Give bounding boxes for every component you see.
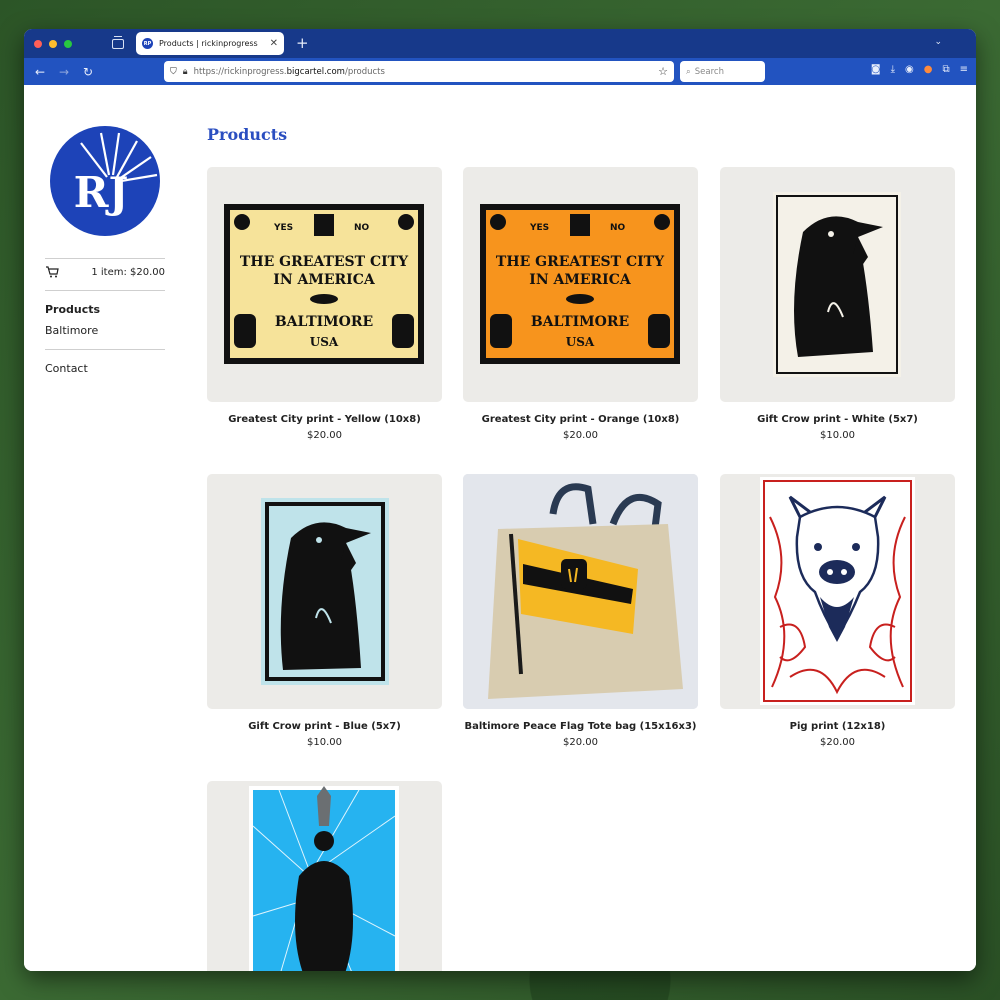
product-card[interactable]: Gift Crow print - White (5x7) $10.00 xyxy=(720,167,955,441)
product-image[interactable] xyxy=(207,474,442,709)
list-tabs-icon[interactable]: ⌄ xyxy=(934,37,942,47)
pocket-icon[interactable]: ◙ xyxy=(871,64,881,75)
tab-bar: RP Products | rickinprogress ✕ + ⌄ xyxy=(24,29,976,58)
extension-icon[interactable]: ● xyxy=(924,64,933,75)
url-path: /products xyxy=(344,66,385,77)
logo-letters: RJ xyxy=(74,168,129,217)
search-input[interactable]: ⌕ Search xyxy=(680,61,765,82)
poster-no: NO xyxy=(354,223,370,233)
product-image[interactable]: YES NO THE GREATEST CITY IN AMERICA BALT… xyxy=(463,167,698,402)
tab-overview-icon[interactable] xyxy=(112,35,124,49)
poster-yes: YES xyxy=(273,223,293,233)
search-icon: ⌕ xyxy=(686,66,691,77)
zoom-window-button[interactable] xyxy=(64,39,72,48)
close-tab-icon[interactable]: ✕ xyxy=(270,38,278,49)
product-card[interactable]: Gift Crow print - Blue (5x7) $10.00 xyxy=(207,474,442,748)
lock-icon[interactable]: 🔒︎ xyxy=(183,67,188,77)
nav-contact[interactable]: Contact xyxy=(45,362,88,375)
forward-icon[interactable]: → xyxy=(52,65,76,79)
product-image[interactable] xyxy=(720,167,955,402)
extensions-puzzle-icon[interactable]: ⧉ xyxy=(942,64,949,75)
tote-bag-art xyxy=(463,474,698,709)
product-name[interactable]: Greatest City print - Orange (10x8) xyxy=(463,414,698,425)
product-name[interactable]: Baltimore Peace Flag Tote bag (15x16x3) xyxy=(463,721,698,732)
product-name[interactable]: Gift Crow print - White (5x7) xyxy=(720,414,955,425)
shield-icon[interactable]: ⛉ xyxy=(170,67,177,77)
poster-no: NO xyxy=(610,223,626,233)
raven-blue-art xyxy=(249,786,399,971)
product-price: $20.00 xyxy=(563,430,598,441)
pig-print-art xyxy=(760,477,915,705)
download-icon[interactable]: ⤓ xyxy=(891,64,895,75)
minimize-window-button[interactable] xyxy=(49,39,57,48)
product-card[interactable]: Baltimore Peace Flag Tote bag (15x16x3) … xyxy=(463,474,698,748)
cart-link[interactable]: 1 item: $20.00 xyxy=(45,266,165,278)
poster-line1: THE GREATEST CITY xyxy=(240,254,409,270)
url-domain: bigcartel.com xyxy=(286,66,345,77)
divider xyxy=(45,258,165,259)
poster-yes: YES xyxy=(529,223,549,233)
product-price: $10.00 xyxy=(820,430,855,441)
product-card[interactable]: YES NO THE GREATEST CITY IN AMERICA BALT… xyxy=(463,167,698,441)
product-image[interactable]: YES NO THE GREATEST CITY IN AMERICA BALT… xyxy=(207,167,442,402)
divider xyxy=(45,349,165,350)
nav-products[interactable]: Products xyxy=(45,303,100,316)
browser-window: RP Products | rickinprogress ✕ + ⌄ ← → ↻… xyxy=(24,29,976,971)
product-name[interactable]: Greatest City print - Yellow (10x8) xyxy=(207,414,442,425)
product-card[interactable] xyxy=(207,781,442,971)
product-price: $20.00 xyxy=(563,737,598,748)
url-prefix: https://rickinprogress. xyxy=(193,66,287,77)
page-title: Products xyxy=(207,125,288,144)
address-bar[interactable]: ⛉ 🔒︎ https://rickinprogress.bigcartel.co… xyxy=(164,61,674,82)
cart-icon xyxy=(46,266,59,278)
navigation-bar: ← → ↻ ⛉ 🔒︎ https://rickinprogress.bigcar… xyxy=(24,58,976,85)
back-icon[interactable]: ← xyxy=(28,65,52,79)
product-price: $10.00 xyxy=(307,737,342,748)
close-window-button[interactable] xyxy=(34,39,42,48)
tab-products[interactable]: RP Products | rickinprogress ✕ xyxy=(136,32,284,55)
reload-icon[interactable]: ↻ xyxy=(76,65,100,79)
product-name[interactable]: Pig print (12x18) xyxy=(720,721,955,732)
favicon-icon: RP xyxy=(142,38,153,49)
product-card[interactable]: YES NO THE GREATEST CITY IN AMERICA BALT… xyxy=(207,167,442,441)
poster-line2: IN AMERICA xyxy=(529,272,632,288)
tab-title: Products | rickinprogress xyxy=(159,39,258,48)
nav-baltimore[interactable]: Baltimore xyxy=(45,324,98,337)
account-icon[interactable]: ◉ xyxy=(905,64,914,75)
search-placeholder: Search xyxy=(694,66,724,77)
product-image[interactable] xyxy=(720,474,955,709)
poster-city: BALTIMORE xyxy=(275,314,373,330)
greatest-city-yellow-art: YES NO THE GREATEST CITY IN AMERICA BALT… xyxy=(224,204,424,364)
poster-country: USA xyxy=(310,335,339,349)
store-page: RJ 1 item: $20.00 Products Baltimore Con… xyxy=(24,85,976,971)
product-image[interactable] xyxy=(207,781,442,971)
poster-line2: IN AMERICA xyxy=(273,272,376,288)
poster-city: BALTIMORE xyxy=(531,314,629,330)
url-text[interactable]: https://rickinprogress.bigcartel.com/pro… xyxy=(194,67,653,77)
poster-country: USA xyxy=(566,335,595,349)
menu-icon[interactable]: ≡ xyxy=(960,64,968,75)
product-price: $20.00 xyxy=(820,737,855,748)
product-name[interactable]: Gift Crow print - Blue (5x7) xyxy=(207,721,442,732)
greatest-city-orange-art: YES NO THE GREATEST CITY IN AMERICA BALT… xyxy=(480,204,680,364)
store-logo[interactable]: RJ xyxy=(49,125,161,237)
crow-blue-art xyxy=(261,498,389,685)
new-tab-button[interactable]: + xyxy=(296,36,309,51)
divider xyxy=(45,290,165,291)
product-image[interactable] xyxy=(463,474,698,709)
product-card[interactable]: Pig print (12x18) $20.00 xyxy=(720,474,955,748)
cart-summary: 1 item: $20.00 xyxy=(91,266,165,278)
poster-line1: THE GREATEST CITY xyxy=(496,254,665,270)
bookmark-star-icon[interactable]: ☆ xyxy=(658,65,668,78)
product-price: $20.00 xyxy=(307,430,342,441)
toolbar-icons: ◙ ⤓ ◉ ● ⧉ ≡ xyxy=(871,64,968,75)
crow-white-art xyxy=(773,192,901,377)
window-controls xyxy=(34,39,72,48)
